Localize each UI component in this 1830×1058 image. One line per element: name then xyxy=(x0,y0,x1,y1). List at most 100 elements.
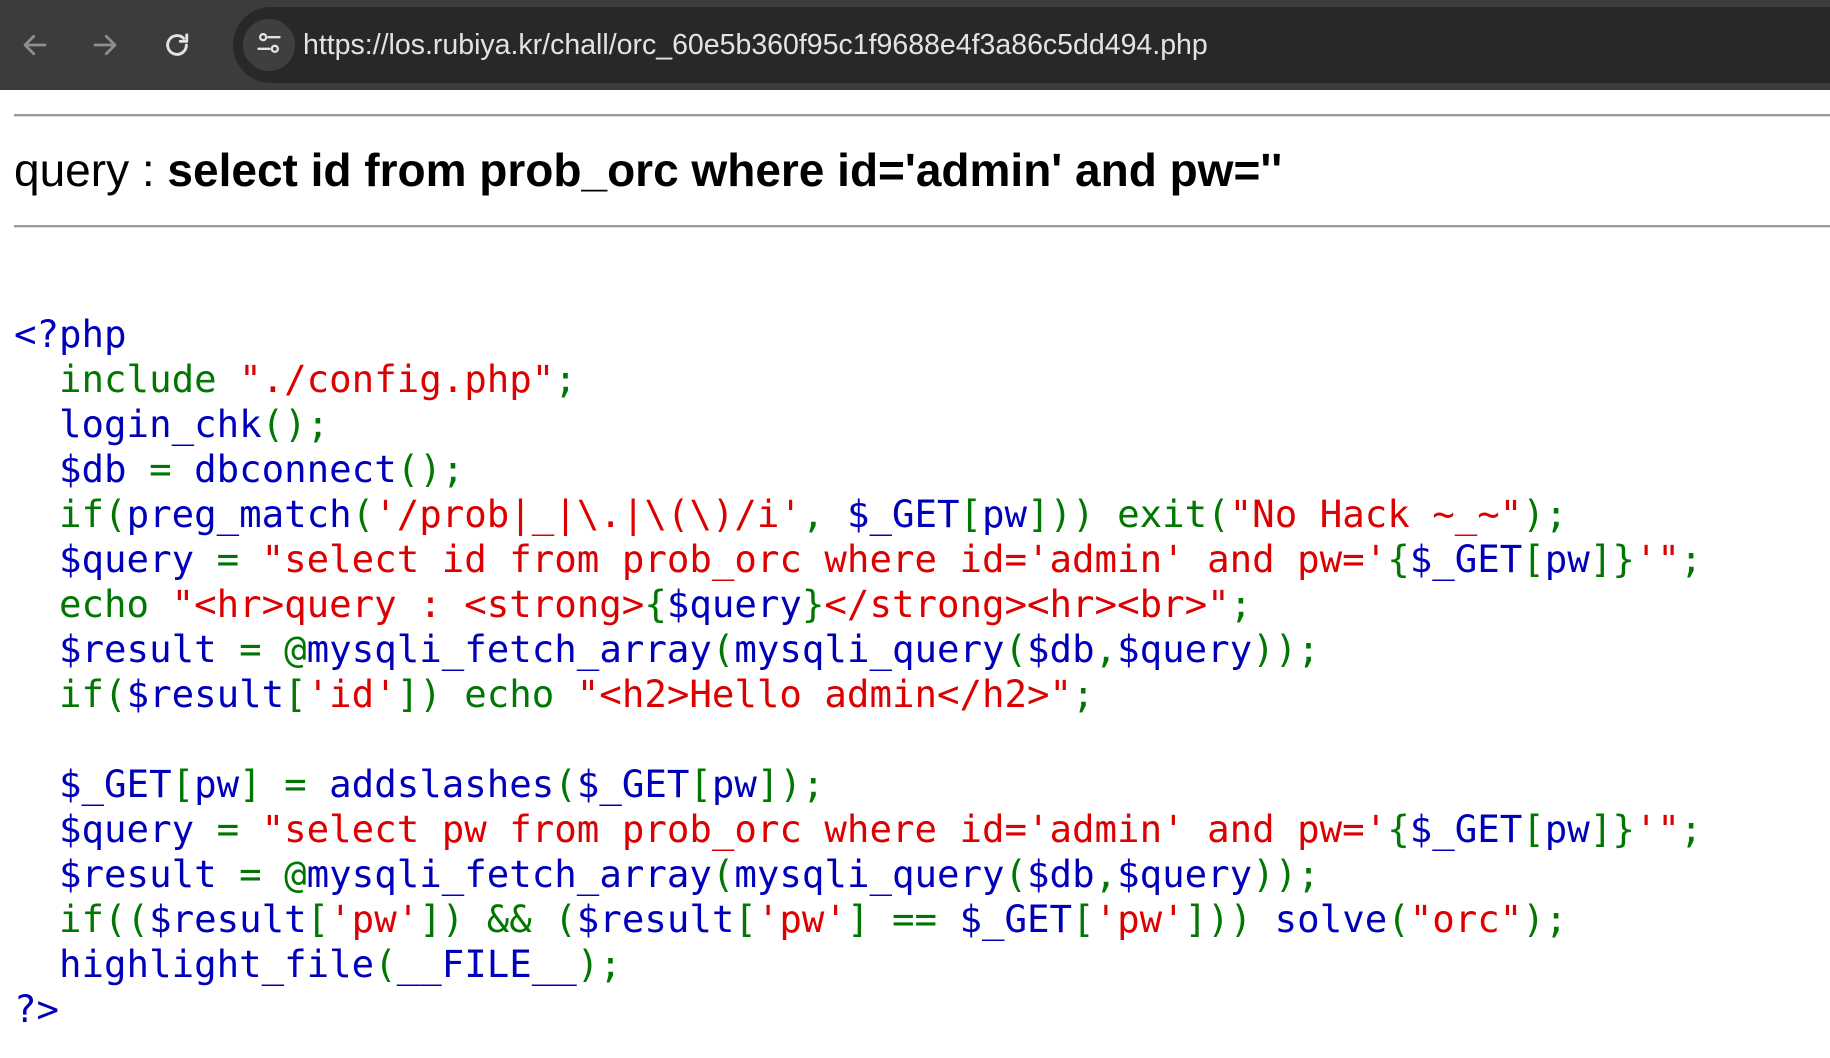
code-token: ; xyxy=(554,357,577,401)
code-token: )); xyxy=(1252,852,1320,896)
code-token: $result xyxy=(576,897,735,941)
code-token: ( xyxy=(711,627,735,671)
code-token: ); xyxy=(1522,897,1568,941)
code-token: $_GET xyxy=(959,897,1073,941)
code-token: echo xyxy=(14,582,172,626)
code-token: ( xyxy=(554,762,577,806)
code-line: $result = @mysqli_fetch_array(mysqli_que… xyxy=(14,627,1702,672)
code-token: } xyxy=(801,582,825,626)
code-token: ?> xyxy=(14,987,60,1031)
code-token: = @ xyxy=(239,852,307,896)
code-token: 'pw' xyxy=(756,897,847,941)
query-output: query : select id from prob_orc where id… xyxy=(14,140,1282,200)
code-token: pw xyxy=(711,762,757,806)
code-token: addslashes xyxy=(329,762,555,806)
code-line: $_GET[pw] = addslashes($_GET[pw]); xyxy=(14,762,1702,807)
tune-icon xyxy=(255,29,283,62)
reload-button[interactable] xyxy=(155,23,199,67)
forward-button[interactable] xyxy=(83,23,127,67)
code-token: ); xyxy=(1522,492,1568,536)
code-token: [ xyxy=(306,897,330,941)
code-token: 'pw' xyxy=(1094,897,1185,941)
code-token: '/prob|_|\.|\(\)/i' xyxy=(374,492,802,536)
code-token: (); xyxy=(261,402,330,446)
code-token: = xyxy=(216,537,262,581)
code-token: $db xyxy=(1027,852,1095,896)
code-token: ; xyxy=(1679,807,1703,851)
code-line: if($result['id']) echo "<h2>Hello admin<… xyxy=(14,672,1702,717)
code-token: "<hr>query : <strong> xyxy=(171,582,645,626)
code-line: ​ xyxy=(14,717,1702,762)
code-token: $query xyxy=(14,807,217,851)
code-token: ( xyxy=(711,852,735,896)
code-token: </strong><hr><br>" xyxy=(824,582,1230,626)
code-token: { xyxy=(1387,537,1410,581)
code-token: mysqli_query xyxy=(734,852,1005,896)
code-line: if(preg_match('/prob|_|\.|\(\)/i', $_GET… xyxy=(14,492,1702,537)
code-token: mysqli_query xyxy=(734,627,1005,671)
code-token: login_chk xyxy=(14,402,262,446)
code-token: 'id' xyxy=(306,672,397,716)
code-token: ]) && ( xyxy=(419,897,577,941)
code-token: $query xyxy=(1117,852,1253,896)
code-token: ( xyxy=(1387,897,1410,941)
code-token: if( xyxy=(14,492,127,536)
code-line: $db = dbconnect(); xyxy=(14,447,1702,492)
code-token: $result xyxy=(14,852,240,896)
code-token: "No Hack ~_~" xyxy=(1229,492,1523,536)
code-token: if( xyxy=(14,672,127,716)
code-token: [ xyxy=(959,492,983,536)
code-token: ])) exit( xyxy=(1027,492,1230,536)
code-token: "<h2>Hello admin</h2>" xyxy=(576,672,1073,716)
code-line: include "./config.php"; xyxy=(14,357,1702,402)
code-token: include xyxy=(14,357,240,401)
code-token: pw xyxy=(1544,807,1590,851)
code-line: echo "<hr>query : <strong>{$query}</stro… xyxy=(14,582,1702,627)
code-token: (); xyxy=(396,447,465,491)
code-line: $query = "select pw from prob_orc where … xyxy=(14,807,1702,852)
code-token: = @ xyxy=(239,627,307,671)
code-token: )); xyxy=(1252,627,1320,671)
code-token: dbconnect xyxy=(194,447,397,491)
code-line: <?php xyxy=(14,312,1702,357)
code-token: $result xyxy=(126,672,285,716)
code-token: , xyxy=(1094,852,1118,896)
browser-toolbar: https://los.rubiya.kr/chall/orc_60e5b360… xyxy=(0,0,1830,90)
code-token: ( xyxy=(1004,627,1028,671)
code-token: ( xyxy=(374,942,397,986)
code-line: highlight_file(__FILE__); xyxy=(14,942,1702,987)
code-token: , xyxy=(801,492,847,536)
url-text[interactable]: https://los.rubiya.kr/chall/orc_60e5b360… xyxy=(303,7,1208,83)
code-token: { xyxy=(1387,807,1410,851)
source-code: <?php include "./config.php"; login_chk(… xyxy=(14,312,1702,1032)
address-bar[interactable]: https://los.rubiya.kr/chall/orc_60e5b360… xyxy=(233,7,1830,83)
bottom-divider xyxy=(14,225,1830,228)
code-token: ]} xyxy=(1589,537,1635,581)
code-token: "orc" xyxy=(1409,897,1523,941)
code-token: ( xyxy=(1004,852,1028,896)
code-token: pw xyxy=(982,492,1028,536)
back-button[interactable] xyxy=(13,23,57,67)
query-label: query : xyxy=(14,144,168,196)
code-token: $result xyxy=(149,897,307,941)
code-line: ?> xyxy=(14,987,1702,1032)
code-token: mysqli_fetch_array xyxy=(306,627,712,671)
code-token: [ xyxy=(1072,897,1095,941)
code-token: highlight_file xyxy=(14,942,375,986)
arrow-left-icon xyxy=(20,30,50,60)
code-token: [ xyxy=(1522,537,1545,581)
code-token: solve xyxy=(1274,897,1388,941)
code-token: ; xyxy=(1679,537,1703,581)
code-token: ] = xyxy=(239,762,330,806)
code-token: mysqli_fetch_array xyxy=(306,852,712,896)
code-token: 'pw' xyxy=(329,897,420,941)
code-token: $result xyxy=(14,627,240,671)
code-token: $_GET xyxy=(846,492,960,536)
code-token: $_GET xyxy=(1409,807,1523,851)
code-token: , xyxy=(1094,627,1118,671)
code-token: "select pw from prob_orc where id='admin… xyxy=(261,807,1388,851)
code-token: "./config.php" xyxy=(239,357,555,401)
code-token: preg_match xyxy=(126,492,352,536)
site-info-button[interactable] xyxy=(243,19,295,71)
code-token: __FILE__ xyxy=(396,942,577,986)
